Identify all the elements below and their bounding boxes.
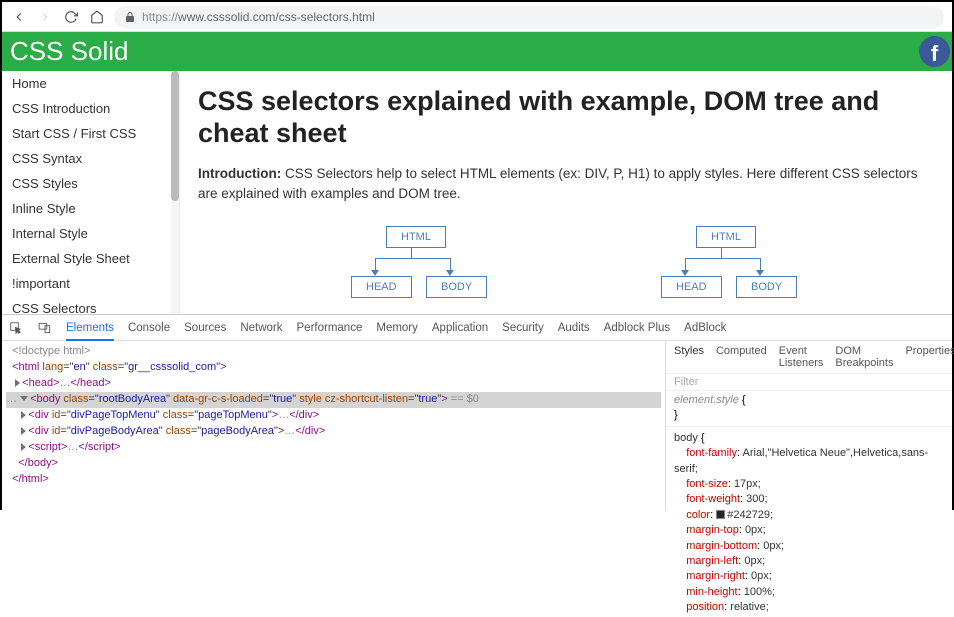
sidebar-item[interactable]: Home xyxy=(2,71,179,96)
dom-tree-left: HTML HEAD BODY xyxy=(311,226,511,306)
lock-icon xyxy=(124,11,136,23)
devtools-tabs: Elements Console Sources Network Performance… xyxy=(2,315,952,341)
devtools-tab[interactable]: Application xyxy=(432,322,488,334)
devtools-tab[interactable]: Security xyxy=(502,322,544,334)
reload-button[interactable] xyxy=(62,8,80,26)
inspect-icon[interactable] xyxy=(8,320,23,335)
sidebar-item[interactable]: !important xyxy=(2,271,179,296)
sidebar-item[interactable]: CSS Selectors xyxy=(2,296,179,314)
devtools-tab[interactable]: Audits xyxy=(558,322,590,334)
intro-paragraph: Introduction: CSS Selectors help to sele… xyxy=(198,164,934,205)
css-declaration[interactable]: font-size: 17px; xyxy=(674,477,944,492)
main-content: CSS selectors explained with example, DO… xyxy=(180,71,952,314)
styles-subtab[interactable]: Event Listeners xyxy=(779,345,824,369)
css-declaration[interactable]: margin-bottom: 0px; xyxy=(674,539,944,554)
back-button[interactable] xyxy=(10,8,28,26)
sidebar-item[interactable]: Start CSS / First CSS xyxy=(2,121,179,146)
forward-button[interactable] xyxy=(36,8,54,26)
sidebar-item[interactable]: CSS Syntax xyxy=(2,146,179,171)
browser-toolbar: https://www.csssolid.com/css-selectors.h… xyxy=(2,2,952,32)
node-body: BODY xyxy=(736,276,797,298)
styles-subtab[interactable]: Computed xyxy=(716,345,767,369)
devtools-tab[interactable]: Console xyxy=(128,322,170,334)
devtools-tab[interactable]: Adblock Plus xyxy=(604,322,670,334)
devtools-tab[interactable]: AdBlock xyxy=(684,322,726,334)
css-declaration[interactable]: margin-top: 0px; xyxy=(674,523,944,538)
device-toggle-icon[interactable] xyxy=(37,320,52,335)
devtools-panel: Elements Console Sources Network Performance… xyxy=(2,314,952,510)
node-head: HEAD xyxy=(351,276,412,298)
sidebar-item[interactable]: CSS Styles xyxy=(2,171,179,196)
site-header: CSS Solid f xyxy=(2,32,952,71)
node-html: HTML xyxy=(696,226,756,248)
sidebar: HomeCSS IntroductionStart CSS / First CS… xyxy=(2,71,180,314)
css-declaration[interactable]: color: #242729; xyxy=(674,508,944,523)
css-declaration[interactable]: position: relative; xyxy=(674,600,944,615)
devtools-tab[interactable]: Elements xyxy=(66,322,114,341)
node-head: HEAD xyxy=(661,276,722,298)
node-body: BODY xyxy=(426,276,487,298)
css-declaration[interactable]: font-family: Arial,"Helvetica Neue",Helv… xyxy=(674,446,944,477)
selected-element-body[interactable]: … <body class="rootBodyArea" data-gr-c-s… xyxy=(6,392,661,408)
sidebar-item[interactable]: CSS Introduction xyxy=(2,96,179,121)
styles-filter[interactable]: Filter xyxy=(666,374,952,391)
facebook-icon[interactable]: f xyxy=(919,36,950,67)
element-style-rule[interactable]: element.style { } xyxy=(666,391,952,427)
styles-tabs: Styles Computed Event Listeners DOM Breakpo… xyxy=(666,341,952,374)
styles-subtab[interactable]: Styles xyxy=(674,345,704,369)
devtools-tab[interactable]: Memory xyxy=(376,322,418,334)
node-html: HTML xyxy=(386,226,446,248)
sidebar-item[interactable]: External Style Sheet xyxy=(2,246,179,271)
devtools-body: <!doctype html> <html lang="en" class="g… xyxy=(2,341,952,511)
url-text: https://www.csssolid.com/css-selectors.h… xyxy=(142,10,375,24)
dom-tree-right: HTML HEAD BODY xyxy=(621,226,821,306)
page-area: HomeCSS IntroductionStart CSS / First CS… xyxy=(2,71,952,314)
sidebar-item[interactable]: Inline Style xyxy=(2,196,179,221)
page-title: CSS selectors explained with example, DO… xyxy=(198,85,934,150)
address-bar[interactable]: https://www.csssolid.com/css-selectors.h… xyxy=(114,6,944,28)
devtools-tab[interactable]: Sources xyxy=(184,322,226,334)
devtools-tab[interactable]: Network xyxy=(240,322,282,334)
styles-subtab[interactable]: Properties xyxy=(905,345,954,369)
body-style-rule[interactable]: body { font-family: Arial,"Helvetica Neu… xyxy=(666,429,952,617)
styles-panel: Styles Computed Event Listeners DOM Breakpo… xyxy=(665,341,952,511)
css-declaration[interactable]: min-height: 100%; xyxy=(674,585,944,600)
home-button[interactable] xyxy=(88,8,106,26)
css-declaration[interactable]: margin-left: 0px; xyxy=(674,554,944,569)
css-declaration[interactable]: font-weight: 300; xyxy=(674,492,944,507)
sidebar-item[interactable]: Internal Style xyxy=(2,221,179,246)
dom-tree-diagrams: HTML HEAD BODY HTML HEAD BODY xyxy=(198,226,934,306)
elements-panel[interactable]: <!doctype html> <html lang="en" class="g… xyxy=(2,341,665,511)
site-title: CSS Solid xyxy=(10,36,129,67)
sidebar-scrollbar[interactable] xyxy=(171,71,179,314)
devtools-tab[interactable]: Performance xyxy=(297,322,363,334)
css-declaration[interactable]: margin-right: 0px; xyxy=(674,569,944,584)
styles-subtab[interactable]: DOM Breakpoints xyxy=(835,345,893,369)
